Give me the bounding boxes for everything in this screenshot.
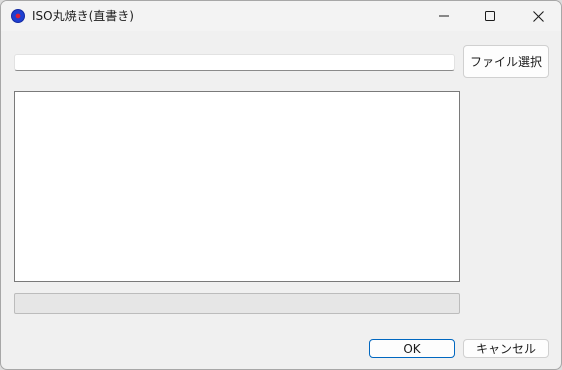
maximize-button[interactable] — [467, 1, 513, 31]
maximize-icon — [485, 11, 495, 21]
minimize-icon — [439, 15, 449, 17]
log-textarea[interactable] — [14, 91, 460, 282]
file-path-input[interactable] — [14, 54, 455, 71]
window-title: ISO丸焼き(直書き) — [32, 9, 134, 23]
minimize-button[interactable] — [421, 1, 467, 31]
close-button[interactable] — [515, 1, 561, 31]
title-bar[interactable]: ISO丸焼き(直書き) — [1, 1, 561, 31]
close-icon — [532, 10, 544, 22]
progress-bar — [14, 293, 460, 314]
ok-button[interactable]: OK — [369, 339, 455, 358]
iso-disc-icon — [11, 9, 25, 23]
file-select-button[interactable]: ファイル選択 — [463, 45, 549, 78]
app-window: ISO丸焼き(直書き) ファイル選択 OK キャンセル — [0, 0, 562, 370]
cancel-button[interactable]: キャンセル — [463, 339, 549, 358]
